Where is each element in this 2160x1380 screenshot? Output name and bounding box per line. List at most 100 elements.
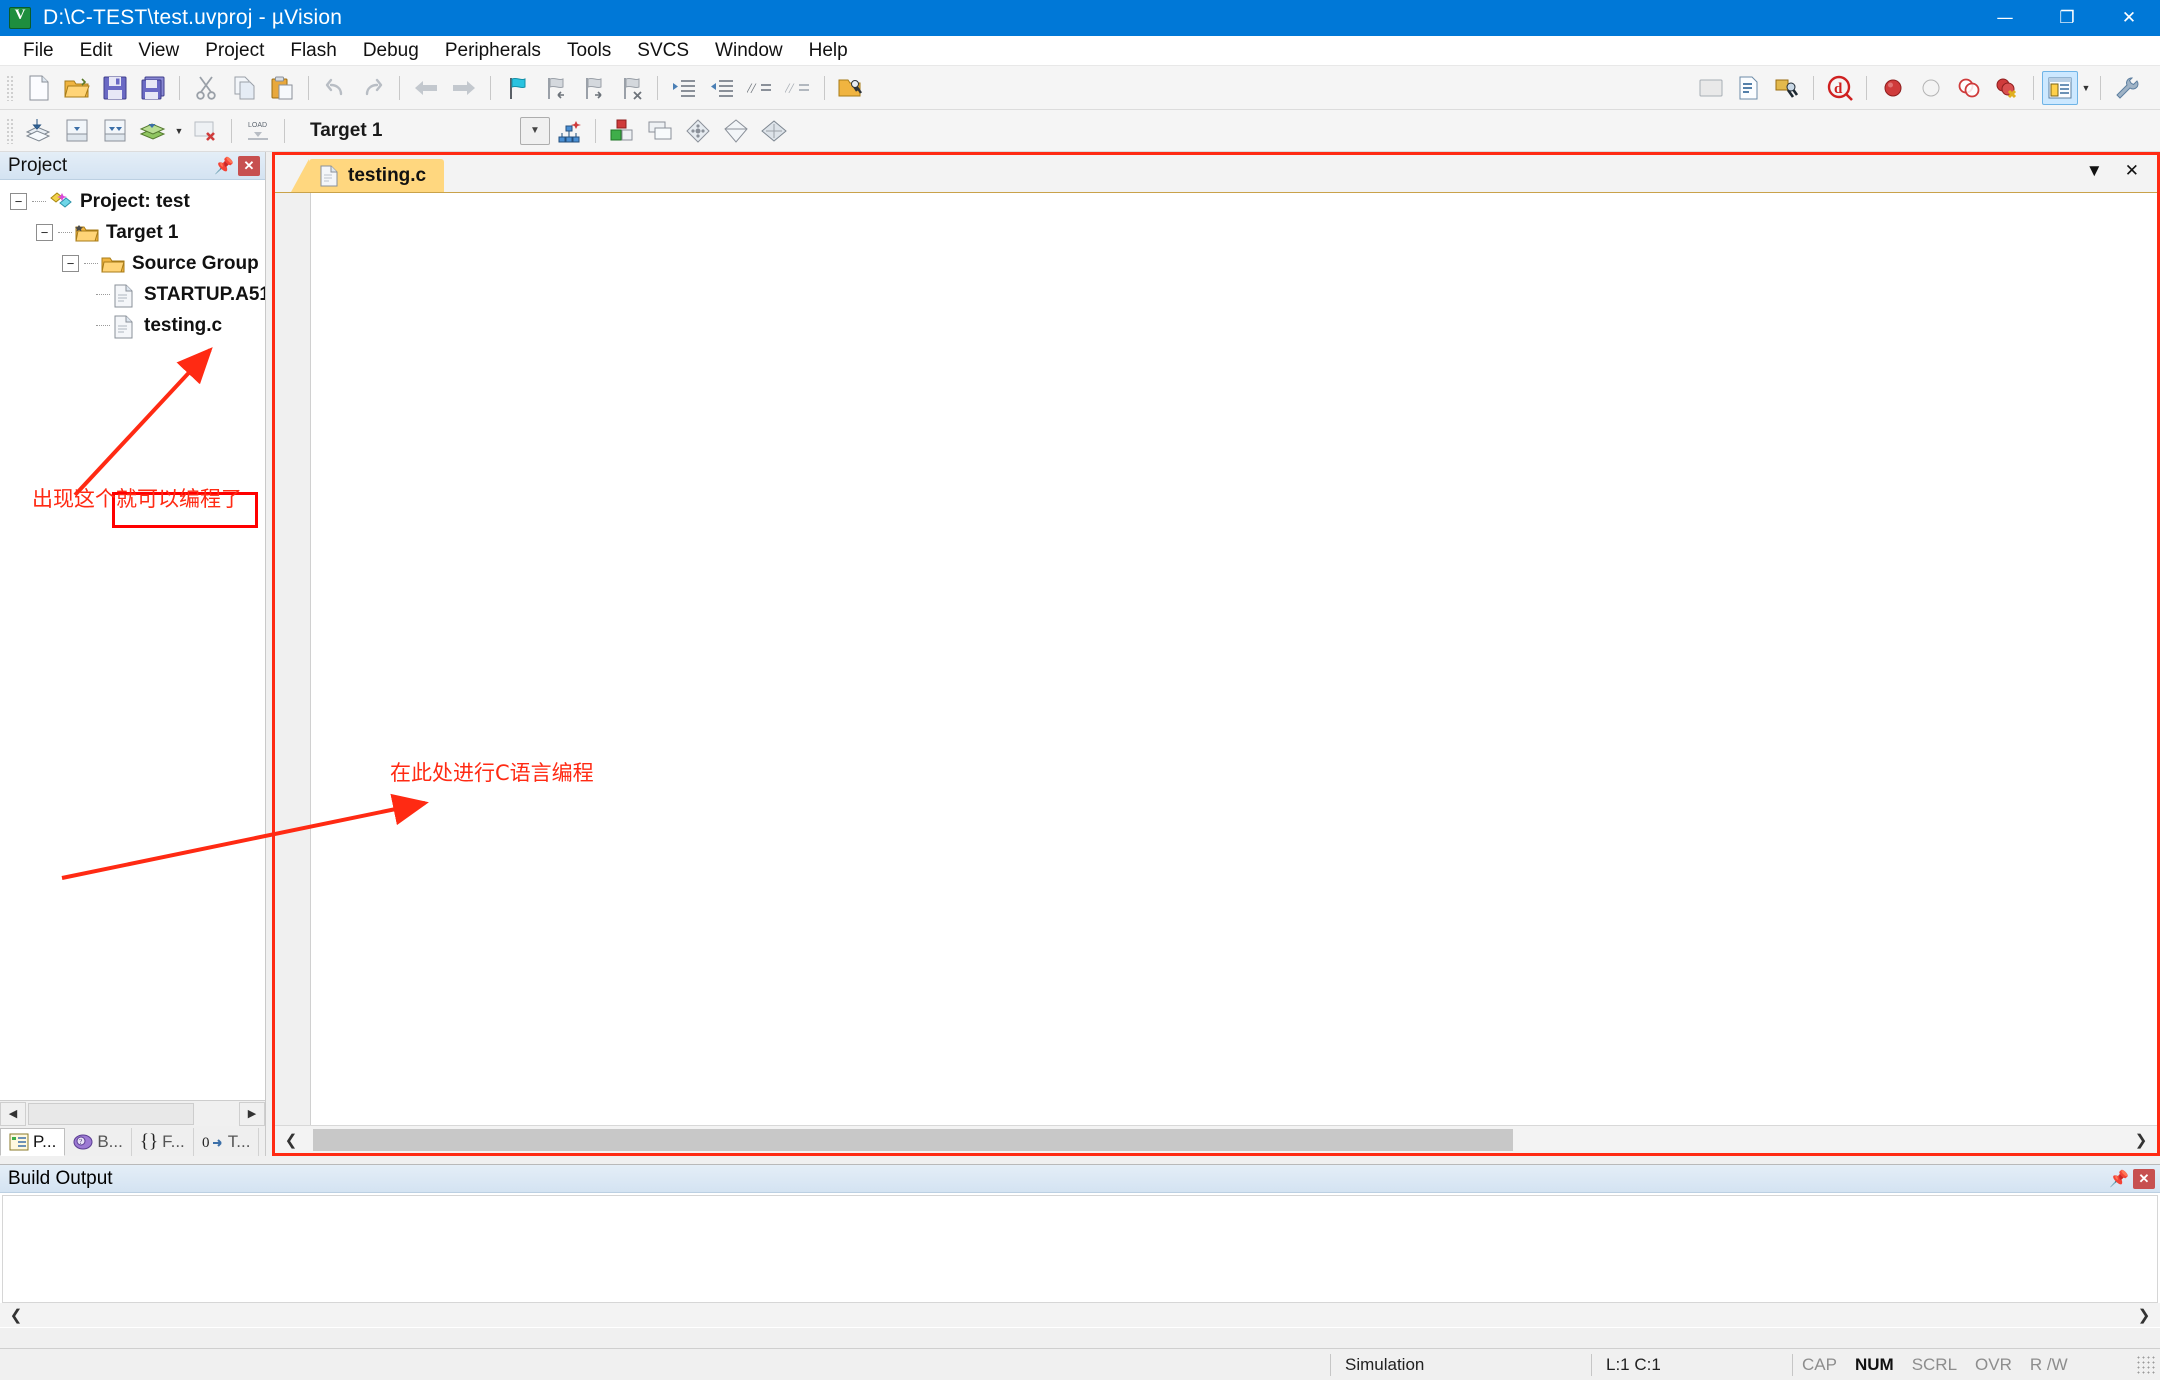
tree-node-testing-c[interactable]: testing.c xyxy=(6,310,265,341)
close-icon[interactable]: ✕ xyxy=(2133,1168,2155,1189)
paste-icon[interactable] xyxy=(264,71,300,105)
pin-icon[interactable]: 📌 xyxy=(214,156,234,176)
tab-functions[interactable]: {} F... xyxy=(132,1128,194,1156)
indent-left-icon[interactable] xyxy=(704,71,740,105)
batch-build-dropdown-icon[interactable]: ▼ xyxy=(172,114,186,148)
scroll-left-icon[interactable]: ◀ xyxy=(0,1101,26,1126)
disable-all-breakpoints-icon[interactable] xyxy=(1951,71,1987,105)
window-manager-icon[interactable] xyxy=(2042,70,2078,105)
tab-books[interactable]: ? B... xyxy=(65,1128,132,1156)
tab-project[interactable]: P... xyxy=(0,1128,66,1156)
kill-all-breakpoints-icon[interactable] xyxy=(1989,71,2025,105)
menu-svcs[interactable]: SVCS xyxy=(624,38,702,64)
tree-node-target[interactable]: − Target 1 xyxy=(6,217,265,248)
project-horizontal-scrollbar[interactable]: ◀ ▶ xyxy=(0,1100,265,1126)
maximize-button[interactable]: ❐ xyxy=(2036,0,2098,36)
target-selector-label[interactable]: Target 1 xyxy=(310,120,520,142)
menu-tools[interactable]: Tools xyxy=(554,38,624,64)
scroll-track[interactable] xyxy=(307,1128,2125,1151)
scroll-right-icon[interactable]: ▶ xyxy=(239,1101,265,1126)
chevron-down-icon[interactable]: ▼ xyxy=(2086,161,2103,181)
scroll-thumb[interactable] xyxy=(28,1102,195,1125)
manage-multiproject-icon[interactable] xyxy=(756,114,792,148)
resize-grip-icon[interactable] xyxy=(2136,1354,2156,1375)
manage-project-items-icon[interactable] xyxy=(551,114,587,148)
minimize-button[interactable]: — xyxy=(1974,0,2036,36)
bookmark-prev-icon[interactable] xyxy=(537,71,573,105)
new-multiproject-icon[interactable] xyxy=(718,114,754,148)
tree-toggle-icon[interactable]: − xyxy=(36,224,53,241)
toolbar-grip[interactable] xyxy=(6,117,15,144)
close-button[interactable]: ✕ xyxy=(2098,0,2160,36)
navigate-forward-icon[interactable] xyxy=(446,71,482,105)
build-output-scrollbar[interactable]: ❮ ❯ xyxy=(0,1303,2160,1327)
main-toolbar: // // d ▼ xyxy=(0,66,2160,110)
chevron-right-icon[interactable]: ❯ xyxy=(2125,1131,2157,1149)
menu-peripherals[interactable]: Peripherals xyxy=(432,38,554,64)
insert-breakpoint-icon[interactable] xyxy=(1875,71,1911,105)
debug-window-icon[interactable] xyxy=(1731,71,1767,105)
close-icon[interactable]: ✕ xyxy=(2125,161,2139,181)
menu-help[interactable]: Help xyxy=(796,38,861,64)
books-icon[interactable] xyxy=(642,114,678,148)
translate-file-icon[interactable] xyxy=(21,114,57,148)
new-file-icon[interactable] xyxy=(21,71,57,105)
tree-node-source-group[interactable]: − Source Group 1 xyxy=(6,248,265,279)
toolbar-grip[interactable] xyxy=(6,74,15,101)
save-icon[interactable] xyxy=(97,71,133,105)
comment-icon[interactable]: // xyxy=(742,71,778,105)
tree-toggle-icon[interactable]: − xyxy=(62,255,79,272)
navigate-back-icon[interactable] xyxy=(408,71,444,105)
disable-breakpoint-icon[interactable] xyxy=(1913,71,1949,105)
scroll-track[interactable] xyxy=(26,1101,239,1126)
editor-text-area[interactable] xyxy=(311,193,2157,1125)
chevron-right-icon[interactable]: ❯ xyxy=(2128,1306,2160,1324)
bookmark-clear-icon[interactable] xyxy=(613,71,649,105)
tree-toggle-icon[interactable]: − xyxy=(10,193,27,210)
menu-file[interactable]: File xyxy=(10,38,67,64)
source-browser-icon[interactable] xyxy=(680,114,716,148)
chevron-left-icon[interactable]: ❮ xyxy=(0,1306,32,1324)
redo-icon[interactable] xyxy=(355,71,391,105)
options-target-icon[interactable] xyxy=(2109,71,2145,105)
open-file-icon[interactable] xyxy=(59,71,95,105)
download-icon[interactable]: LOAD xyxy=(240,114,276,148)
bookmark-next-icon[interactable] xyxy=(575,71,611,105)
cut-icon[interactable] xyxy=(188,71,224,105)
save-all-icon[interactable] xyxy=(135,71,171,105)
find-in-files-icon[interactable] xyxy=(833,71,869,105)
uvision-window: D:\C-TEST\test.uvproj - µVision — ❐ ✕ Fi… xyxy=(0,0,2160,1380)
pin-icon[interactable]: 📌 xyxy=(2109,1169,2129,1189)
find-icon[interactable] xyxy=(1769,71,1805,105)
chevron-left-icon[interactable]: ❮ xyxy=(275,1131,307,1149)
configuration-wizard-icon[interactable] xyxy=(1693,71,1729,105)
window-manager-dropdown-icon[interactable]: ▼ xyxy=(2079,71,2093,105)
tree-node-project[interactable]: − Project: test xyxy=(6,186,265,217)
batch-build-icon[interactable] xyxy=(135,114,171,148)
tree-node-startup-a51[interactable]: STARTUP.A51 xyxy=(6,279,265,310)
menu-flash[interactable]: Flash xyxy=(277,38,349,64)
scroll-thumb[interactable] xyxy=(313,1128,1513,1151)
uncomment-icon[interactable]: // xyxy=(780,71,816,105)
components-icon[interactable] xyxy=(604,114,640,148)
build-output-text[interactable] xyxy=(2,1195,2158,1303)
build-target-icon[interactable] xyxy=(59,114,95,148)
menu-project[interactable]: Project xyxy=(192,38,277,64)
stop-build-icon[interactable] xyxy=(187,114,223,148)
menu-window[interactable]: Window xyxy=(702,38,796,64)
copy-icon[interactable] xyxy=(226,71,262,105)
indent-right-icon[interactable] xyxy=(666,71,702,105)
editor-tab-testing-c[interactable]: testing.c xyxy=(290,159,445,192)
undo-icon[interactable] xyxy=(317,71,353,105)
select-target-dropdown-icon[interactable]: ▼ xyxy=(520,116,550,145)
menu-debug[interactable]: Debug xyxy=(350,38,432,64)
annotation-edit-c-here: 在此处进行C语言编程 xyxy=(390,761,594,785)
editor-horizontal-scrollbar[interactable]: ❮ ❯ xyxy=(275,1125,2157,1153)
menu-edit[interactable]: Edit xyxy=(67,38,126,64)
menu-view[interactable]: View xyxy=(125,38,192,64)
tab-templates[interactable]: 0 T... xyxy=(194,1128,260,1156)
find-replace-icon[interactable]: d xyxy=(1822,71,1858,105)
bookmark-toggle-icon[interactable] xyxy=(499,71,535,105)
close-icon[interactable]: ✕ xyxy=(238,155,260,176)
rebuild-all-icon[interactable] xyxy=(97,114,133,148)
